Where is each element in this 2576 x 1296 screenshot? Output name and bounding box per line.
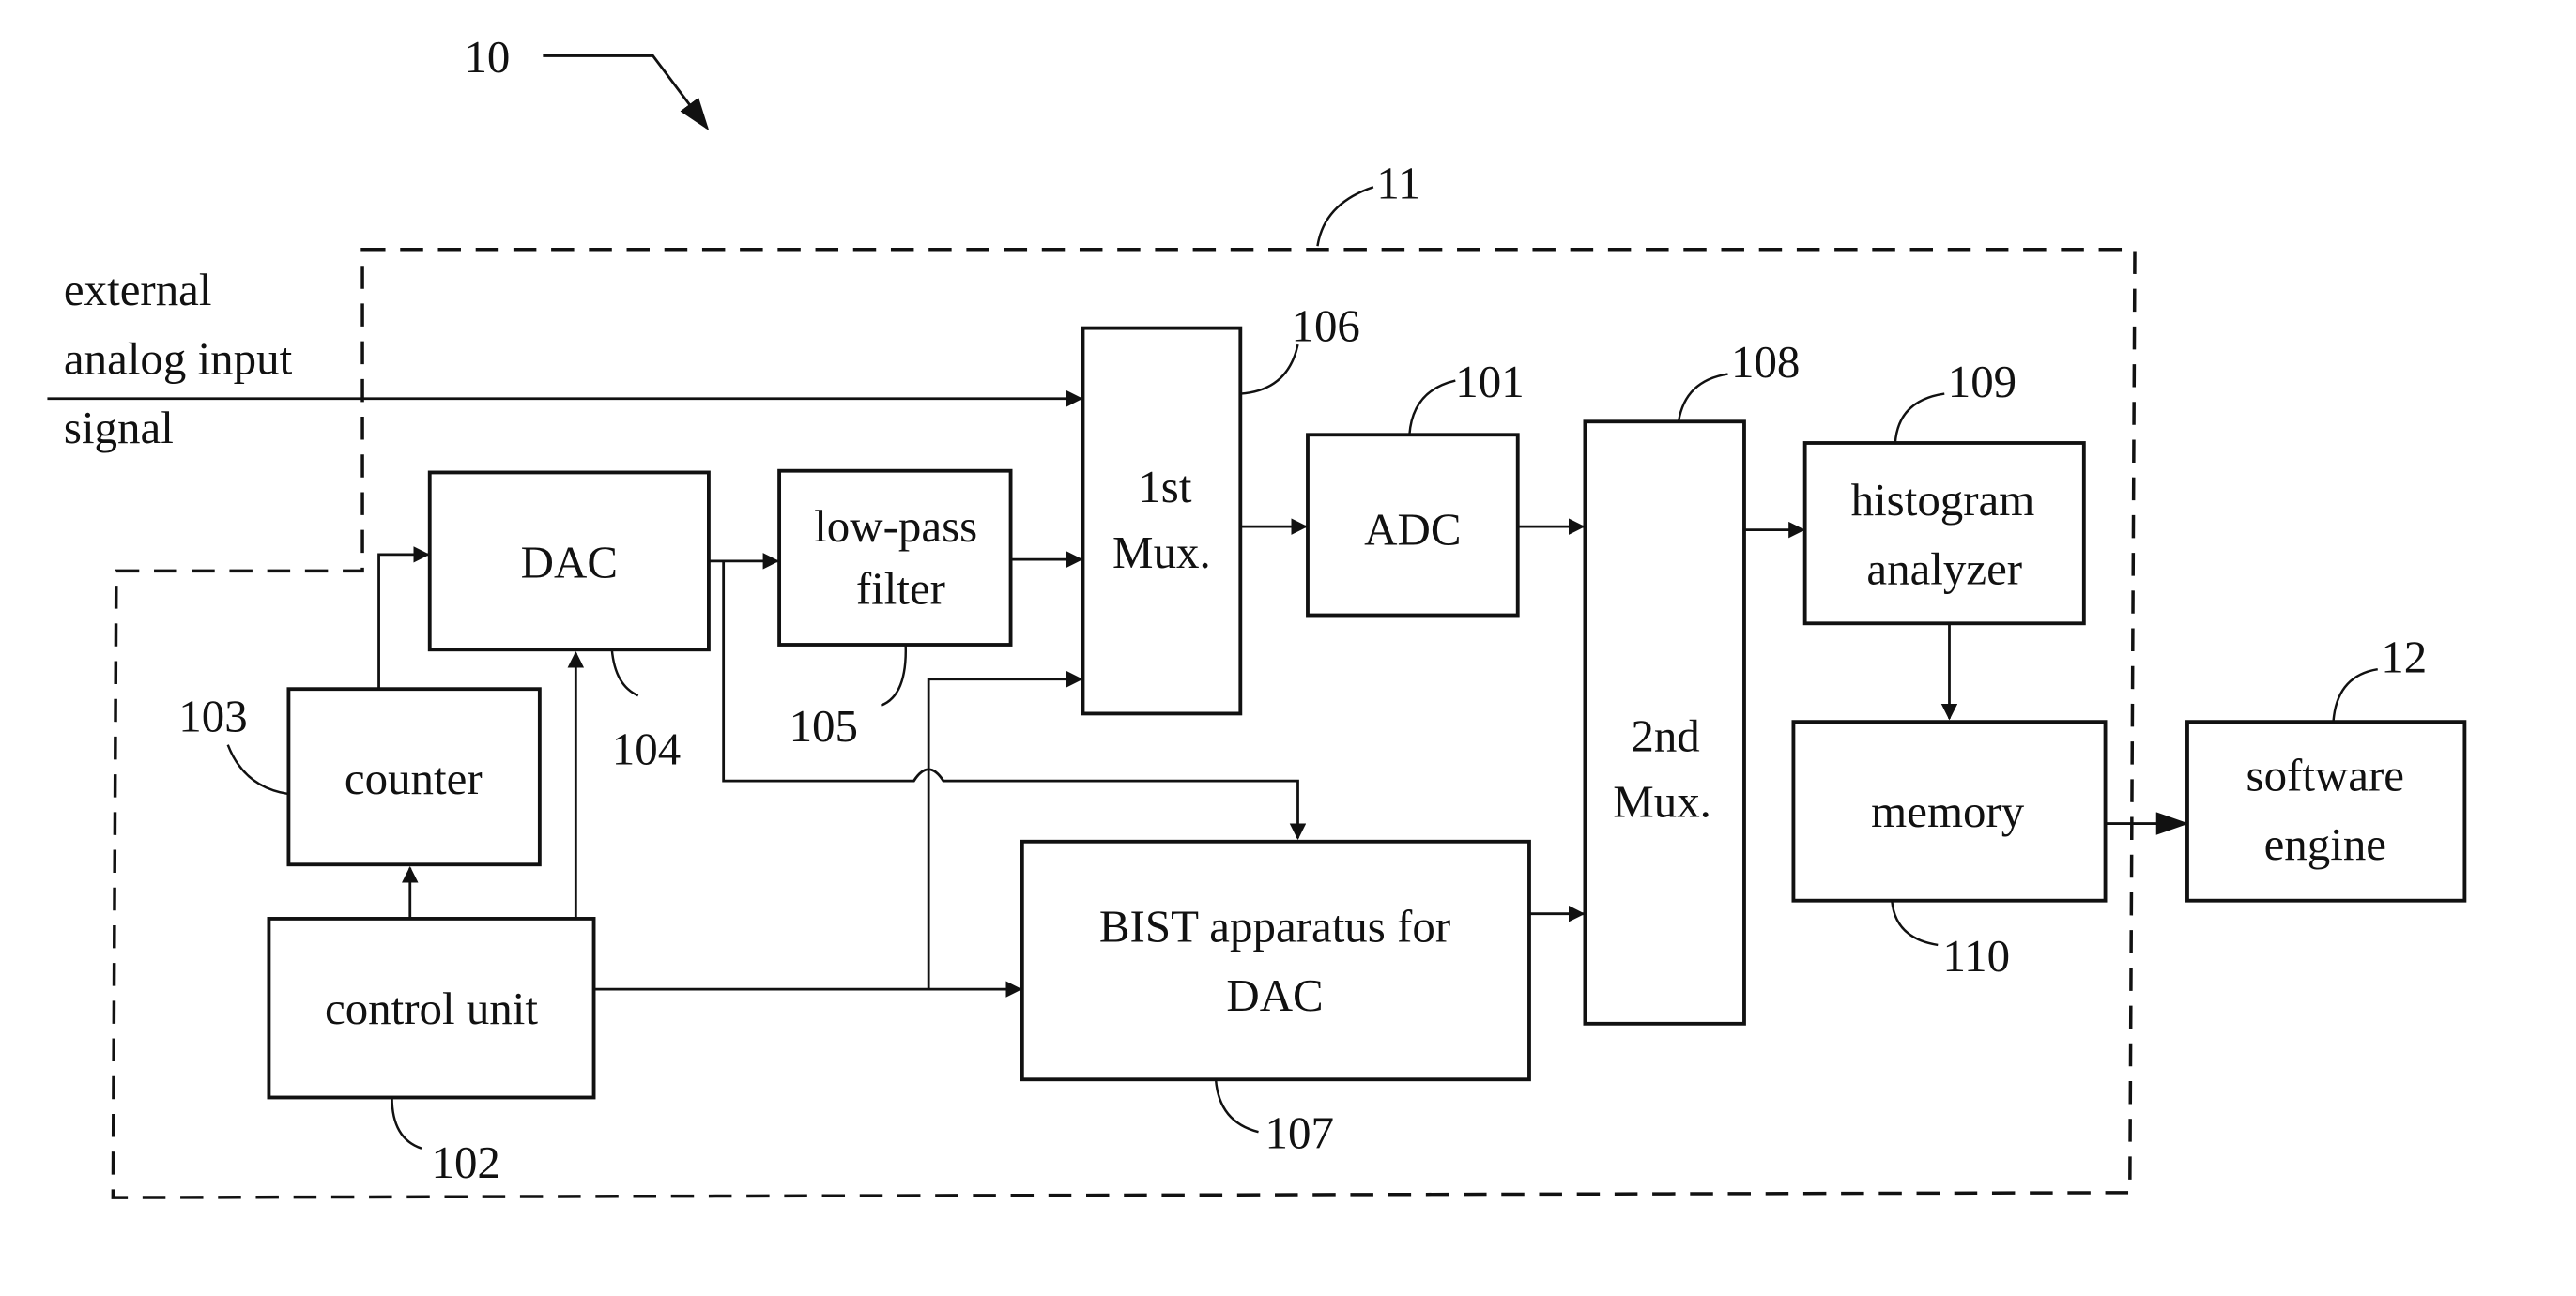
bist-ref: 107 — [1265, 1107, 1334, 1159]
control-ref-leader — [391, 1097, 422, 1150]
figure-ref-arrow — [543, 54, 710, 131]
bist-label-line-2: DAC — [1226, 969, 1323, 1021]
block-diagram: 10 11 external analog input signal DAC 1… — [47, 31, 2467, 1199]
adc-ref-leader — [1408, 379, 1456, 435]
software-label-line-1: software — [2246, 750, 2405, 801]
lpf-label-line-2: filter — [856, 562, 945, 614]
mux1-label-line-1: 1st — [1138, 461, 1192, 512]
software-ref-leader — [2332, 668, 2378, 723]
dac-ref-leader — [610, 649, 639, 697]
adc-ref: 101 — [1455, 356, 1524, 407]
counter-to-dac-wire — [377, 546, 430, 690]
dac-label: DAC — [521, 536, 618, 587]
bist-ref-leader — [1214, 1079, 1259, 1134]
adc-label: ADC — [1364, 503, 1461, 555]
figure-ref: 10 — [464, 31, 510, 83]
bist-label-line-1: BIST apparatus for — [1099, 900, 1450, 952]
histogram-ref-leader — [1894, 392, 1945, 444]
histogram-analyzer-block[interactable] — [1802, 441, 2086, 626]
histogram-label-line-2: analyzer — [1866, 542, 2022, 594]
memory-ref-leader — [1891, 900, 1939, 947]
control-unit-label: control unit — [325, 983, 538, 1034]
histogram-label-line-1: histogram — [1851, 474, 2035, 526]
dac-ref: 104 — [612, 724, 681, 775]
low-pass-filter-block[interactable] — [777, 468, 1013, 647]
first-mux-block[interactable] — [1081, 326, 1243, 716]
memory-ref: 110 — [1942, 930, 2010, 982]
counter-ref: 103 — [178, 691, 247, 742]
control-ref: 102 — [431, 1136, 499, 1188]
lpf-label-line-1: low-pass — [814, 500, 977, 552]
external-input-label-line-1: external — [64, 264, 212, 315]
counter-label: counter — [345, 753, 483, 804]
lpf-ref-leader — [880, 644, 907, 707]
mux2-ref-leader — [1677, 373, 1728, 422]
software-label-line-2: engine — [2264, 818, 2386, 870]
chip-ref-leader — [1316, 186, 1374, 247]
mux2-label-line-1: 2nd — [1631, 710, 1699, 762]
chip-ref: 11 — [1376, 158, 1420, 209]
mux2-label-line-2: Mux. — [1613, 776, 1711, 828]
histogram-ref: 109 — [1948, 356, 2016, 407]
mux2-ref: 108 — [1731, 336, 1800, 388]
external-input-label-line-3: signal — [64, 402, 174, 453]
software-ref: 12 — [2381, 632, 2427, 683]
bist-block[interactable] — [1020, 839, 1531, 1082]
memory-label: memory — [1871, 785, 2025, 837]
lpf-ref: 105 — [790, 700, 858, 752]
mux1-ref-leader — [1240, 343, 1299, 395]
mux1-ref: 106 — [1291, 300, 1359, 352]
external-input-label-line-2: analog input — [64, 333, 293, 385]
mux1-label-line-2: Mux. — [1112, 526, 1211, 578]
counter-ref-leader — [226, 744, 289, 796]
